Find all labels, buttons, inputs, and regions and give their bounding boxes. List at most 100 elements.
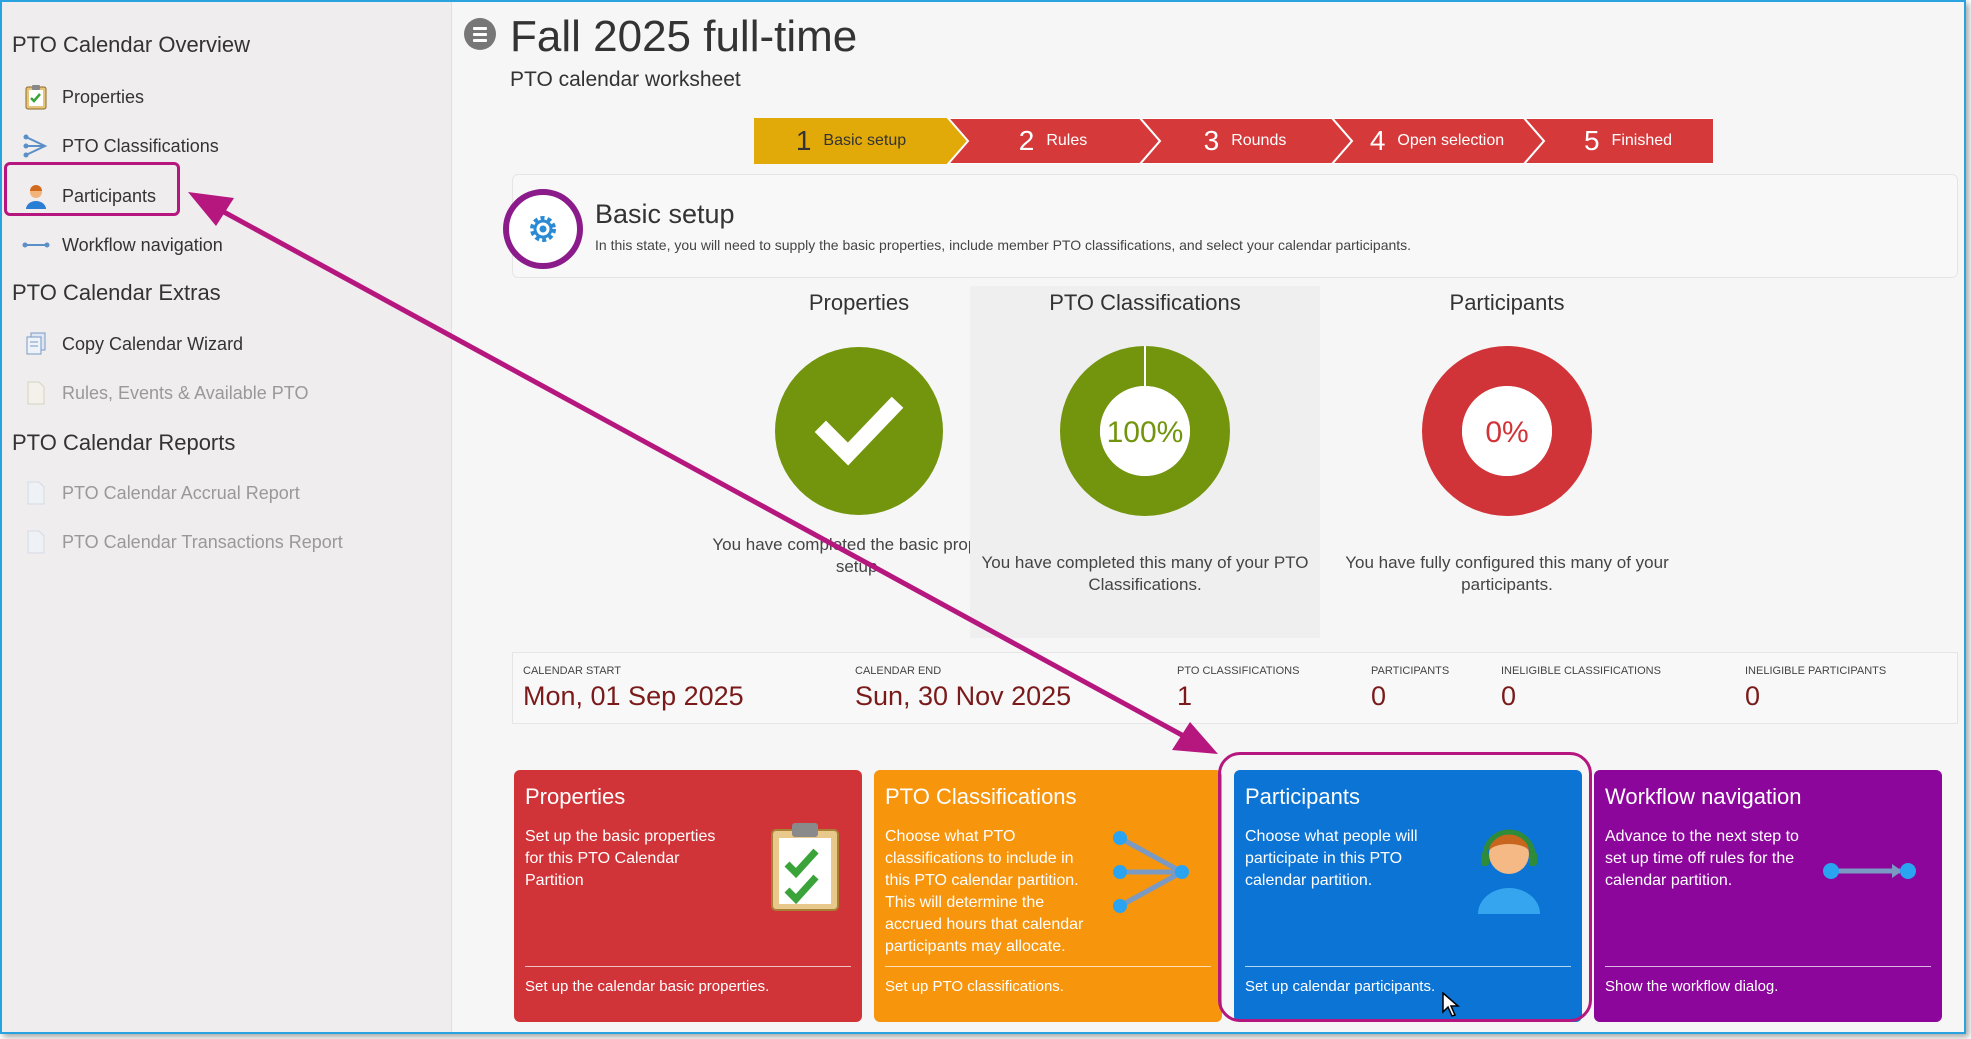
participants-progress-title: Participants <box>1449 290 1565 315</box>
tile-footer: Show the workflow dialog. <box>1605 978 1779 995</box>
step-rules[interactable]: 2 Rules <box>966 118 1140 164</box>
check-circle-icon <box>775 347 943 515</box>
pto-classifications-tile[interactable]: PTO Classifications Choose what PTO clas… <box>874 770 1222 1022</box>
stat-ineligible-classifications: Ineligible Classifications 0 <box>1501 665 1661 712</box>
stat-label: Ineligible Classifications <box>1501 665 1661 677</box>
sidebar-item-accrual-report[interactable]: PTO Calendar Accrual Report <box>22 474 300 512</box>
step-number: 4 <box>1369 125 1386 156</box>
stat-label: Calendar Start <box>523 665 622 677</box>
step-number: 5 <box>1583 125 1600 156</box>
step-number: 2 <box>1018 125 1035 156</box>
participants-highlight-box <box>4 162 180 216</box>
stat-calendar-end: Calendar End Sun, 30 Nov 2025 <box>855 665 1071 712</box>
stat-pto-classifications: PTO Classifications 1 <box>1177 665 1299 712</box>
step-label: Rounds <box>1231 132 1287 149</box>
sidebar-item-workflow-navigation[interactable]: Workflow navigation <box>22 226 223 264</box>
step-open-selection[interactable]: 4 Open selection <box>1350 118 1524 164</box>
participants-tile-highlight <box>1218 752 1592 1022</box>
stat-label: Ineligible Participants <box>1745 665 1887 677</box>
branch-arrow-icon <box>1113 831 1189 913</box>
stat-label: PTO Classifications <box>1177 665 1300 677</box>
tile-divider <box>525 966 851 967</box>
stat-participants: Participants 0 <box>1371 665 1449 712</box>
sidebar-item-label: PTO Classifications <box>62 135 219 156</box>
tile-title: PTO Classifications <box>885 784 1077 809</box>
sidebar-section-extras: PTO Calendar Extras <box>12 280 221 305</box>
classifications-donut-chart: 100% <box>1060 346 1230 516</box>
stat-value: Sun, 30 Nov 2025 <box>855 681 1072 711</box>
step-number: 1 <box>795 125 812 156</box>
stat-label: Calendar End <box>855 665 942 677</box>
tile-description: Advance to the next step to set up time … <box>1605 828 1799 889</box>
report-icon <box>22 528 50 556</box>
basic-setup-title: Basic setup <box>595 199 735 229</box>
participants-progress-description: You have fully configured this many of y… <box>1345 553 1669 594</box>
step-basic-setup[interactable]: 1 Basic setup <box>754 118 948 164</box>
sidebar-item-label: Rules, Events & Available PTO <box>62 382 309 403</box>
sidebar-item-label: Properties <box>62 86 145 107</box>
report-icon <box>22 479 50 507</box>
sidebar: PTO Calendar Overview Properties PTO Cla… <box>2 2 452 1032</box>
main-content: Fall 2025 full-time PTO calendar workshe… <box>452 2 1964 1032</box>
properties-tile[interactable]: Properties Set up the basic properties f… <box>514 770 862 1022</box>
step-label: Basic setup <box>823 132 907 149</box>
step-number: 3 <box>1203 125 1220 156</box>
page-title: Fall 2025 full-time <box>510 12 858 61</box>
sidebar-item-pto-classifications[interactable]: PTO Classifications <box>22 127 219 165</box>
basic-setup-description: In this state, you will need to supply t… <box>595 237 1412 253</box>
stat-label: Participants <box>1371 665 1450 677</box>
document-icon <box>22 379 50 407</box>
stat-value: 1 <box>1177 681 1193 711</box>
page-subtitle: PTO calendar worksheet <box>510 68 741 91</box>
workflow-arrow-icon <box>22 231 50 259</box>
participants-donut-chart: 0% <box>1422 346 1592 516</box>
sidebar-item-copy-calendar-wizard[interactable]: Copy Calendar Wizard <box>22 325 243 363</box>
sidebar-item-label: PTO Calendar Transactions Report <box>62 531 343 552</box>
classifications-progress-title: PTO Classifications <box>1049 290 1241 315</box>
tile-title: Properties <box>525 784 626 809</box>
step-rounds[interactable]: 3 Rounds <box>1158 118 1332 164</box>
tile-title: Workflow navigation <box>1605 784 1802 809</box>
calendar-stats-bar: Calendar Start Mon, 01 Sep 2025 Calendar… <box>512 652 1958 724</box>
clipboard-check-icon <box>771 823 839 911</box>
copy-document-icon <box>22 330 50 358</box>
participants-progress-panel: Participants 0% You have fully configure… <box>1332 286 1682 638</box>
classifications-progress-panel: PTO Classifications 100% You have comple… <box>970 286 1320 638</box>
tile-description: Set up the basic properties for this PTO… <box>525 828 716 889</box>
branch-arrow-icon <box>22 132 50 160</box>
stat-value: 0 <box>1501 681 1517 711</box>
gear-icon <box>503 189 583 269</box>
tile-description: Choose what PTO classifications to inclu… <box>885 828 1084 955</box>
stat-value: 0 <box>1745 681 1761 711</box>
app-window: PTO Calendar Overview Properties PTO Cla… <box>0 0 1966 1034</box>
classifications-progress-description: You have completed this many of your PTO… <box>981 553 1309 594</box>
sidebar-item-label: PTO Calendar Accrual Report <box>62 482 300 503</box>
step-label: Rules <box>1046 132 1088 149</box>
step-finished[interactable]: 5 Finished <box>1542 118 1714 164</box>
sidebar-item-properties[interactable]: Properties <box>22 78 144 116</box>
clipboard-check-icon <box>22 83 50 111</box>
basic-setup-panel: Basic setup In this state, you will need… <box>503 174 1958 278</box>
sidebar-section-reports: PTO Calendar Reports <box>12 430 236 455</box>
tile-divider <box>1605 966 1931 967</box>
workflow-arrow-icon <box>1823 863 1916 879</box>
participants-percent: 0% <box>1485 416 1528 449</box>
tile-footer: Set up PTO classifications. <box>885 978 1064 995</box>
workflow-step-bar: 1 Basic setup 2 Rules 3 Rounds 4 Open se… <box>754 118 1714 164</box>
classifications-percent: 100% <box>1107 416 1184 449</box>
sidebar-section-overview: PTO Calendar Overview <box>12 32 251 57</box>
menu-icon[interactable] <box>464 18 496 50</box>
stat-calendar-start: Calendar Start Mon, 01 Sep 2025 <box>523 665 744 712</box>
stat-ineligible-participants: Ineligible Participants 0 <box>1745 665 1886 712</box>
sidebar-item-transactions-report[interactable]: PTO Calendar Transactions Report <box>22 523 343 561</box>
workflow-navigation-tile[interactable]: Workflow navigation Advance to the next … <box>1594 770 1942 1022</box>
sidebar-item-label: Copy Calendar Wizard <box>62 333 244 354</box>
stat-value: Mon, 01 Sep 2025 <box>523 681 744 711</box>
step-label: Finished <box>1611 132 1673 149</box>
tile-divider <box>885 966 1211 967</box>
sidebar-item-rules-events[interactable]: Rules, Events & Available PTO <box>22 374 308 412</box>
stat-value: 0 <box>1371 681 1387 711</box>
tile-footer: Set up the calendar basic properties. <box>525 978 770 995</box>
step-label: Open selection <box>1397 132 1505 149</box>
sidebar-item-label: Workflow navigation <box>62 234 223 255</box>
